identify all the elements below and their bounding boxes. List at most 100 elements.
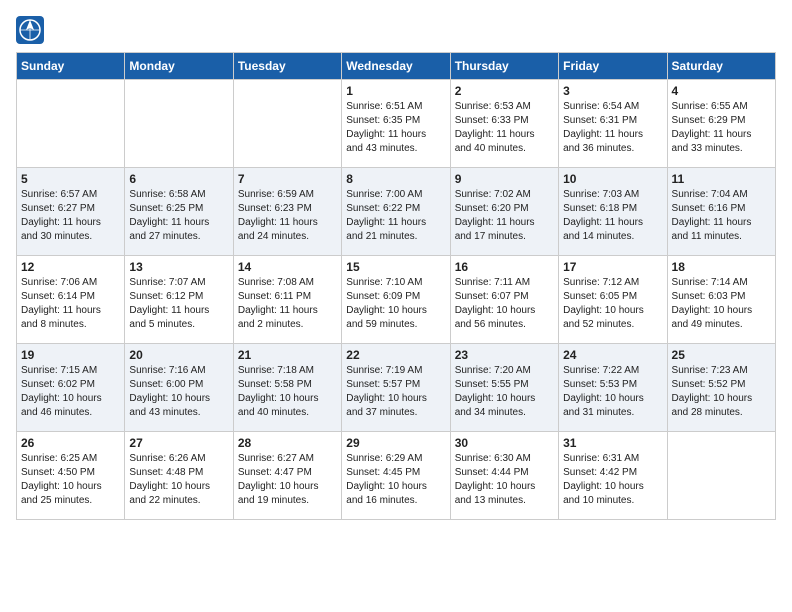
- calendar-cell: 13 Sunrise: 7:07 AM Sunset: 6:12 PM Dayli…: [125, 256, 233, 344]
- cell-info: Sunrise: 7:16 AM Sunset: 6:00 PM Dayligh…: [129, 364, 228, 420]
- calendar-cell: 20 Sunrise: 7:16 AM Sunset: 6:00 PM Dayli…: [125, 344, 233, 432]
- cell-info: Sunrise: 7:07 AM Sunset: 6:12 PM Dayligh…: [129, 276, 228, 332]
- calendar-cell: 27 Sunrise: 6:26 AM Sunset: 4:48 PM Dayli…: [125, 432, 233, 520]
- calendar-cell: 11Sunrise: 7:04 AM Sunset: 6:16 PM Dayli…: [667, 168, 775, 256]
- day-number: 1: [346, 84, 445, 98]
- cell-info: Sunrise: 6:58 AM Sunset: 6:25 PM Dayligh…: [129, 188, 228, 244]
- day-number: 2: [455, 84, 554, 98]
- cell-info: Sunrise: 6:31 AM Sunset: 4:42 PM Dayligh…: [563, 452, 662, 508]
- day-number: 14: [238, 260, 337, 274]
- day-of-week-header: Saturday: [667, 53, 775, 80]
- calendar-cell: [667, 432, 775, 520]
- calendar-cell: 28 Sunrise: 6:27 AM Sunset: 4:47 PM Dayli…: [233, 432, 341, 520]
- cell-info: Sunrise: 6:59 AM Sunset: 6:23 PM Dayligh…: [238, 188, 337, 244]
- calendar-cell: 22Sunrise: 7:19 AM Sunset: 5:57 PM Dayli…: [342, 344, 450, 432]
- day-number: 23: [455, 348, 554, 362]
- calendar-table: SundayMondayTuesdayWednesdayThursdayFrid…: [16, 52, 776, 520]
- cell-info: Sunrise: 7:02 AM Sunset: 6:20 PM Dayligh…: [455, 188, 554, 244]
- cell-info: Sunrise: 7:00 AM Sunset: 6:22 PM Dayligh…: [346, 188, 445, 244]
- calendar-week-row: 19 Sunrise: 7:15 AM Sunset: 6:02 PM Dayli…: [17, 344, 776, 432]
- day-of-week-header: Monday: [125, 53, 233, 80]
- day-number: 20: [129, 348, 228, 362]
- cell-info: Sunrise: 7:15 AM Sunset: 6:02 PM Dayligh…: [21, 364, 120, 420]
- calendar-cell: 14 Sunrise: 7:08 AM Sunset: 6:11 PM Dayli…: [233, 256, 341, 344]
- page-header: [16, 16, 776, 44]
- calendar-cell: 24Sunrise: 7:22 AM Sunset: 5:53 PM Dayli…: [559, 344, 667, 432]
- calendar-cell: 9Sunrise: 7:02 AM Sunset: 6:20 PM Daylig…: [450, 168, 558, 256]
- day-number: 28: [238, 436, 337, 450]
- calendar-cell: 21 Sunrise: 7:18 AM Sunset: 5:58 PM Dayli…: [233, 344, 341, 432]
- calendar-header: SundayMondayTuesdayWednesdayThursdayFrid…: [17, 53, 776, 80]
- calendar-cell: 26 Sunrise: 6:25 AM Sunset: 4:50 PM Dayli…: [17, 432, 125, 520]
- cell-info: Sunrise: 7:06 AM Sunset: 6:14 PM Dayligh…: [21, 276, 120, 332]
- day-of-week-header: Friday: [559, 53, 667, 80]
- cell-info: Sunrise: 7:03 AM Sunset: 6:18 PM Dayligh…: [563, 188, 662, 244]
- logo: [16, 16, 46, 44]
- day-number: 12: [21, 260, 120, 274]
- day-of-week-header: Wednesday: [342, 53, 450, 80]
- calendar-cell: 8 Sunrise: 7:00 AM Sunset: 6:22 PM Daylig…: [342, 168, 450, 256]
- calendar-cell: 30Sunrise: 6:30 AM Sunset: 4:44 PM Dayli…: [450, 432, 558, 520]
- cell-info: Sunrise: 6:51 AM Sunset: 6:35 PM Dayligh…: [346, 100, 445, 156]
- calendar-cell: 17 Sunrise: 7:12 AM Sunset: 6:05 PM Dayli…: [559, 256, 667, 344]
- day-number: 3: [563, 84, 662, 98]
- day-number: 31: [563, 436, 662, 450]
- day-number: 13: [129, 260, 228, 274]
- calendar-cell: 7 Sunrise: 6:59 AM Sunset: 6:23 PM Daylig…: [233, 168, 341, 256]
- day-number: 21: [238, 348, 337, 362]
- cell-info: Sunrise: 7:10 AM Sunset: 6:09 PM Dayligh…: [346, 276, 445, 332]
- calendar-cell: 15 Sunrise: 7:10 AM Sunset: 6:09 PM Dayli…: [342, 256, 450, 344]
- day-number: 27: [129, 436, 228, 450]
- cell-info: Sunrise: 6:54 AM Sunset: 6:31 PM Dayligh…: [563, 100, 662, 156]
- day-of-week-header: Thursday: [450, 53, 558, 80]
- cell-info: Sunrise: 6:53 AM Sunset: 6:33 PM Dayligh…: [455, 100, 554, 156]
- day-number: 29: [346, 436, 445, 450]
- day-number: 8: [346, 172, 445, 186]
- calendar-cell: [233, 80, 341, 168]
- day-number: 5: [21, 172, 120, 186]
- day-number: 26: [21, 436, 120, 450]
- calendar-cell: [125, 80, 233, 168]
- cell-info: Sunrise: 7:12 AM Sunset: 6:05 PM Dayligh…: [563, 276, 662, 332]
- day-number: 25: [672, 348, 771, 362]
- cell-info: Sunrise: 7:11 AM Sunset: 6:07 PM Dayligh…: [455, 276, 554, 332]
- cell-info: Sunrise: 7:08 AM Sunset: 6:11 PM Dayligh…: [238, 276, 337, 332]
- calendar-week-row: 1 Sunrise: 6:51 AM Sunset: 6:35 PM Daylig…: [17, 80, 776, 168]
- day-number: 15: [346, 260, 445, 274]
- calendar-cell: 25 Sunrise: 7:23 AM Sunset: 5:52 PM Dayli…: [667, 344, 775, 432]
- calendar-cell: 16Sunrise: 7:11 AM Sunset: 6:07 PM Dayli…: [450, 256, 558, 344]
- calendar-cell: 3 Sunrise: 6:54 AM Sunset: 6:31 PM Daylig…: [559, 80, 667, 168]
- cell-info: Sunrise: 6:29 AM Sunset: 4:45 PM Dayligh…: [346, 452, 445, 508]
- calendar-week-row: 12 Sunrise: 7:06 AM Sunset: 6:14 PM Dayli…: [17, 256, 776, 344]
- day-of-week-header: Sunday: [17, 53, 125, 80]
- cell-info: Sunrise: 7:04 AM Sunset: 6:16 PM Dayligh…: [672, 188, 771, 244]
- logo-icon: [16, 16, 44, 44]
- calendar-cell: 1 Sunrise: 6:51 AM Sunset: 6:35 PM Daylig…: [342, 80, 450, 168]
- day-number: 19: [21, 348, 120, 362]
- calendar-cell: 10 Sunrise: 7:03 AM Sunset: 6:18 PM Dayli…: [559, 168, 667, 256]
- calendar-cell: 12 Sunrise: 7:06 AM Sunset: 6:14 PM Dayli…: [17, 256, 125, 344]
- calendar-cell: 18 Sunrise: 7:14 AM Sunset: 6:03 PM Dayli…: [667, 256, 775, 344]
- day-of-week-header: Tuesday: [233, 53, 341, 80]
- day-number: 6: [129, 172, 228, 186]
- cell-info: Sunrise: 6:25 AM Sunset: 4:50 PM Dayligh…: [21, 452, 120, 508]
- cell-info: Sunrise: 6:57 AM Sunset: 6:27 PM Dayligh…: [21, 188, 120, 244]
- cell-info: Sunrise: 6:55 AM Sunset: 6:29 PM Dayligh…: [672, 100, 771, 156]
- calendar-cell: 2 Sunrise: 6:53 AM Sunset: 6:33 PM Daylig…: [450, 80, 558, 168]
- cell-info: Sunrise: 7:23 AM Sunset: 5:52 PM Dayligh…: [672, 364, 771, 420]
- day-number: 30: [455, 436, 554, 450]
- day-number: 7: [238, 172, 337, 186]
- cell-info: Sunrise: 6:26 AM Sunset: 4:48 PM Dayligh…: [129, 452, 228, 508]
- cell-info: Sunrise: 7:20 AM Sunset: 5:55 PM Dayligh…: [455, 364, 554, 420]
- day-number: 17: [563, 260, 662, 274]
- cell-info: Sunrise: 7:14 AM Sunset: 6:03 PM Dayligh…: [672, 276, 771, 332]
- calendar-week-row: 26 Sunrise: 6:25 AM Sunset: 4:50 PM Dayli…: [17, 432, 776, 520]
- calendar-cell: 31 Sunrise: 6:31 AM Sunset: 4:42 PM Dayli…: [559, 432, 667, 520]
- day-number: 10: [563, 172, 662, 186]
- calendar-cell: 5 Sunrise: 6:57 AM Sunset: 6:27 PM Daylig…: [17, 168, 125, 256]
- cell-info: Sunrise: 7:18 AM Sunset: 5:58 PM Dayligh…: [238, 364, 337, 420]
- calendar-cell: 4Sunrise: 6:55 AM Sunset: 6:29 PM Daylig…: [667, 80, 775, 168]
- calendar-cell: 23 Sunrise: 7:20 AM Sunset: 5:55 PM Dayli…: [450, 344, 558, 432]
- day-number: 18: [672, 260, 771, 274]
- cell-info: Sunrise: 6:27 AM Sunset: 4:47 PM Dayligh…: [238, 452, 337, 508]
